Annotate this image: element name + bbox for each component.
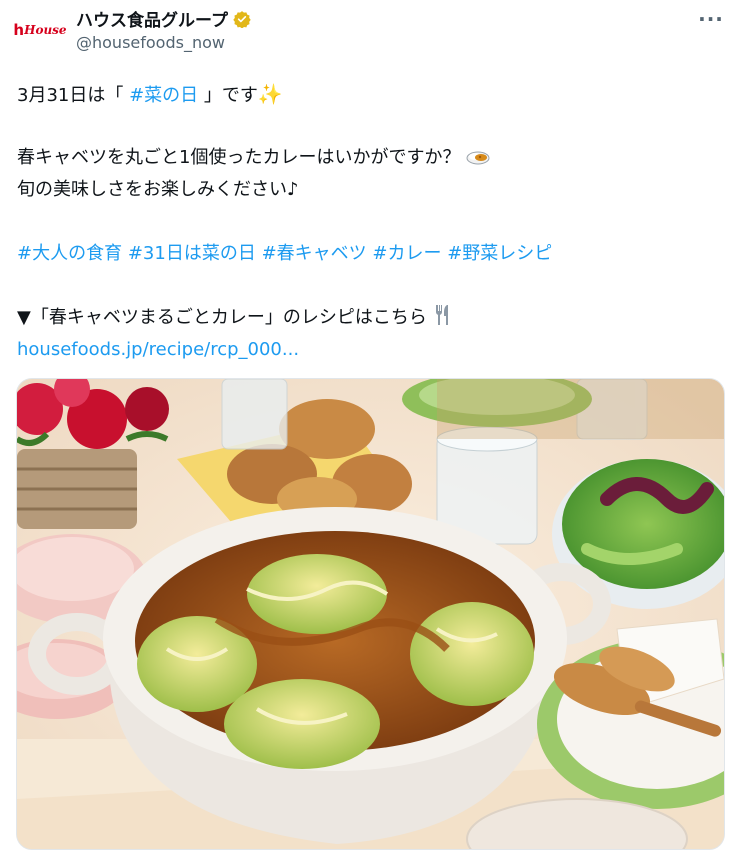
hashtag-link[interactable]: #カレー (372, 243, 441, 264)
hashtag-link[interactable]: #春キャベツ (262, 243, 367, 264)
hashtag-link[interactable]: #大人の食育 (17, 243, 122, 264)
account-name-row: ハウス食品グループ (76, 6, 251, 31)
tweet-line-5: ▼「春キャベツまるごとカレー」のレシピはこちら (17, 302, 717, 334)
link-row: housefoods.jp/recipe/rcp_000... (17, 334, 717, 366)
tweet-line-1: 3月31日は「 #菜の日 」です✨ (17, 78, 717, 110)
curry-pot-photo (17, 379, 724, 849)
line2-text: 春キャベツを丸ごと1個使ったカレーはいかがですか？ (17, 147, 461, 168)
line3-text: 旬の美味しさをお楽しみください♪ (17, 179, 299, 200)
line5-text: ▼「春キャベツまるごとカレー」のレシピはこちら (17, 307, 427, 328)
sparkles-icon: ✨ (257, 82, 283, 106)
hashtag-row: #大人の食育 #31日は菜の日 #春キャベツ #カレー #野菜レシピ (17, 238, 717, 270)
curry-rice-icon (466, 151, 490, 165)
account-avatar[interactable]: h House (13, 12, 67, 48)
house-logo-mark: h (13, 21, 24, 39)
tweet-card: h House ハウス食品グループ @housefoods_now ··· 3月… (0, 0, 734, 853)
green-plates (402, 379, 724, 439)
line1-suffix: 」です (198, 85, 258, 106)
recipe-link[interactable]: housefoods.jp/recipe/rcp_000... (17, 339, 299, 360)
more-options-icon[interactable]: ··· (694, 6, 728, 32)
hashtag-link[interactable]: #菜の日 (129, 85, 198, 106)
tweet-line-2: 春キャベツを丸ごと1個使ったカレーはいかがですか？ (17, 142, 717, 174)
house-logo-word: House (24, 23, 67, 37)
hashtag-link[interactable]: #31日は菜の日 (128, 243, 256, 264)
hashtag-link[interactable]: #野菜レシピ (447, 243, 552, 264)
tweet-photo[interactable] (16, 378, 725, 850)
tweet-line-3: 旬の美味しさをお楽しみください♪ (17, 174, 717, 206)
display-name[interactable]: ハウス食品グループ (76, 6, 228, 31)
tweet-text: 3月31日は「 #菜の日 」です✨ 春キャベツを丸ごと1個使ったカレーはいかがで… (17, 78, 717, 366)
line1-prefix: 3月31日は「 (17, 85, 130, 106)
verified-badge-icon (233, 10, 251, 28)
fork-and-knife-icon (435, 305, 448, 325)
account-handle[interactable]: @housefoods_now (76, 33, 225, 52)
